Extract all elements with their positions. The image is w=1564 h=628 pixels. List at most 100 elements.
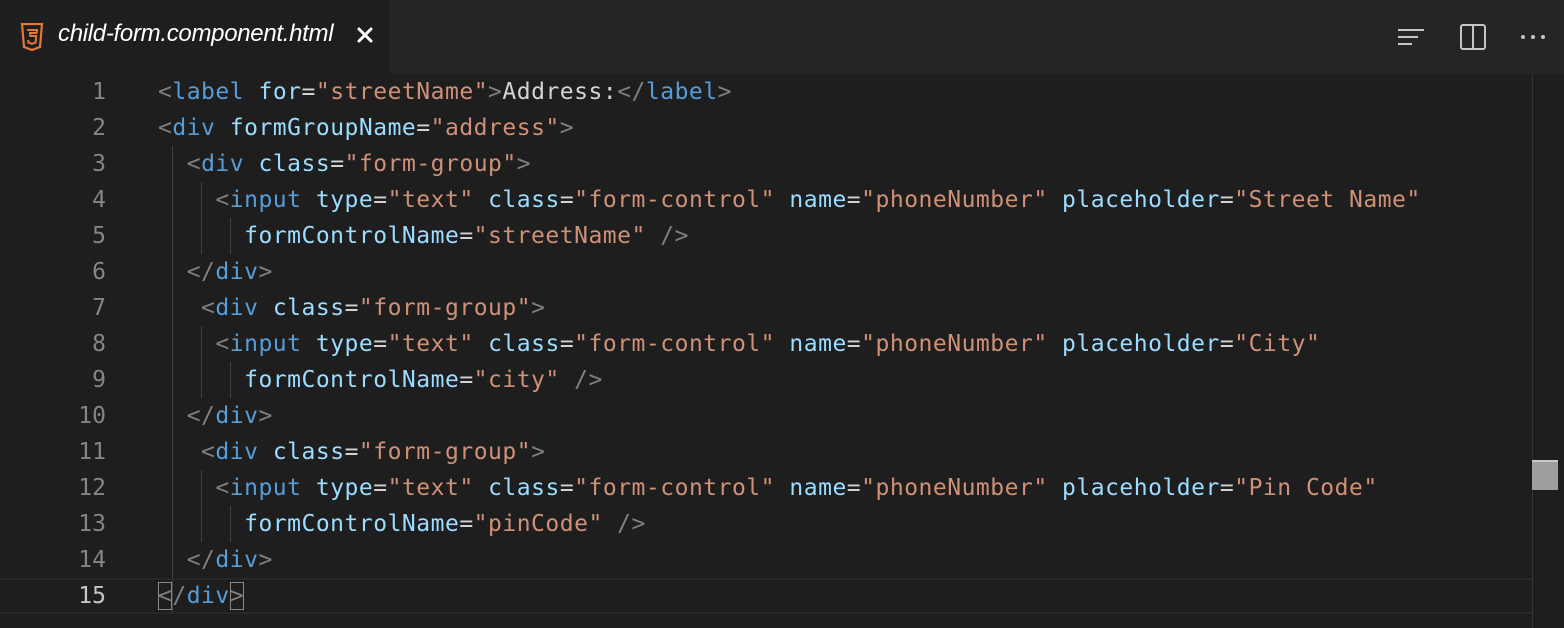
code-token: < bbox=[158, 79, 173, 105]
code-token: > bbox=[488, 79, 503, 105]
list-icon[interactable] bbox=[1396, 22, 1426, 52]
code-token: class bbox=[272, 439, 345, 465]
line-number: 11 bbox=[78, 439, 106, 465]
code-token: "text" bbox=[387, 187, 474, 213]
code-token: > bbox=[516, 151, 532, 177]
code-token: = bbox=[301, 79, 316, 105]
code-token: "form-group" bbox=[358, 295, 532, 321]
code-token: < bbox=[201, 295, 216, 321]
code-text: </div> bbox=[158, 398, 273, 434]
code-line[interactable]: 15 </div> bbox=[0, 578, 1532, 614]
code-token: "form-control" bbox=[574, 331, 776, 357]
code-token: </ bbox=[186, 259, 216, 285]
code-token: placeholder bbox=[1062, 475, 1220, 501]
code-token: input bbox=[229, 187, 302, 213]
code-token: = bbox=[344, 439, 359, 465]
code-token: div bbox=[215, 439, 259, 465]
line-number: 3 bbox=[92, 151, 106, 177]
code-line[interactable]: 7 <div class="form-group"> bbox=[0, 290, 1532, 326]
code-token: "City" bbox=[1234, 331, 1321, 357]
more-actions-icon[interactable] bbox=[1518, 22, 1548, 52]
code-token: /> bbox=[574, 367, 603, 393]
code-line[interactable]: 10 </div> bbox=[0, 398, 1532, 434]
tab-bar: child-form.component.html bbox=[0, 0, 1564, 74]
code-token: placeholder bbox=[1062, 187, 1220, 213]
code-line[interactable]: 4 <input type="text" class="form-control… bbox=[0, 182, 1532, 218]
code-line[interactable]: 8 <input type="text" class="form-control… bbox=[0, 326, 1532, 362]
code-text: </div> bbox=[158, 542, 273, 578]
code-text: <div class="form-group"> bbox=[158, 434, 545, 470]
line-number: 8 bbox=[92, 331, 106, 357]
code-line[interactable]: 13 formControlName="pinCode" /> bbox=[0, 506, 1532, 542]
code-token: placeholder bbox=[1062, 331, 1220, 357]
code-token: < bbox=[158, 115, 173, 141]
code-editor[interactable]: 1 <label for="streetName">Address:</label… bbox=[0, 74, 1532, 628]
code-token: formControlName bbox=[244, 511, 460, 537]
code-token: Address: bbox=[502, 79, 618, 105]
code-line[interactable]: 3 <div class="form-group"> bbox=[0, 146, 1532, 182]
code-token: "form-group" bbox=[344, 151, 517, 177]
code-line[interactable]: 5 formControlName="streetName" /> bbox=[0, 218, 1532, 254]
editor-tab-active[interactable]: child-form.component.html bbox=[0, 0, 390, 74]
code-text: formControlName="streetName" /> bbox=[158, 218, 689, 254]
code-text: <input type="text" class="form-control" … bbox=[158, 470, 1378, 506]
code-token: "Pin Code" bbox=[1234, 475, 1378, 501]
close-icon[interactable] bbox=[353, 23, 377, 47]
code-token: label bbox=[645, 79, 718, 105]
code-text: <div class="form-group"> bbox=[158, 290, 545, 326]
code-token: /> bbox=[617, 511, 646, 537]
code-line[interactable]: 9 formControlName="city" /> bbox=[0, 362, 1532, 398]
code-token: = bbox=[846, 331, 862, 357]
tab-title: child-form.component.html bbox=[58, 20, 334, 47]
code-token: > bbox=[559, 115, 575, 141]
code-token: div bbox=[215, 547, 259, 573]
code-token: name bbox=[789, 187, 847, 213]
code-token: "address" bbox=[430, 115, 560, 141]
line-number: 9 bbox=[92, 367, 106, 393]
code-line[interactable]: 12 <input type="text" class="form-contro… bbox=[0, 470, 1532, 506]
line-number: 12 bbox=[78, 475, 106, 501]
code-token: class bbox=[488, 187, 560, 213]
line-number: 15 bbox=[78, 583, 106, 609]
code-line[interactable]: 2 <div formGroupName="address"> bbox=[0, 110, 1532, 146]
code-token: = bbox=[559, 187, 575, 213]
line-number: 4 bbox=[92, 187, 106, 213]
line-number: 13 bbox=[78, 511, 106, 537]
code-token: </ bbox=[617, 79, 646, 105]
code-token: "Street Name" bbox=[1234, 187, 1421, 213]
code-line[interactable]: 11 <div class="form-group"> bbox=[0, 434, 1532, 470]
code-token: "streetName" bbox=[315, 79, 489, 105]
code-line[interactable]: 6 </div> bbox=[0, 254, 1532, 290]
code-token: "phoneNumber" bbox=[861, 331, 1048, 357]
code-token: > bbox=[258, 259, 273, 285]
code-token: = bbox=[416, 115, 431, 141]
code-token: class bbox=[272, 295, 345, 321]
bracket-match-highlight bbox=[158, 582, 172, 610]
code-token: "city" bbox=[473, 367, 560, 393]
vertical-scrollbar[interactable] bbox=[1532, 74, 1564, 628]
code-token: input bbox=[229, 475, 302, 501]
code-token: name bbox=[789, 331, 847, 357]
code-token: type bbox=[315, 187, 374, 213]
code-token: "phoneNumber" bbox=[861, 475, 1048, 501]
split-editor-icon[interactable] bbox=[1458, 22, 1488, 52]
code-line[interactable]: 14 </div> bbox=[0, 542, 1532, 578]
scrollbar-thumb[interactable] bbox=[1532, 462, 1558, 490]
code-text: <div formGroupName="address"> bbox=[158, 110, 574, 146]
code-line[interactable]: 1 <label for="streetName">Address:</label… bbox=[0, 74, 1532, 110]
code-text: formControlName="pinCode" /> bbox=[158, 506, 646, 542]
